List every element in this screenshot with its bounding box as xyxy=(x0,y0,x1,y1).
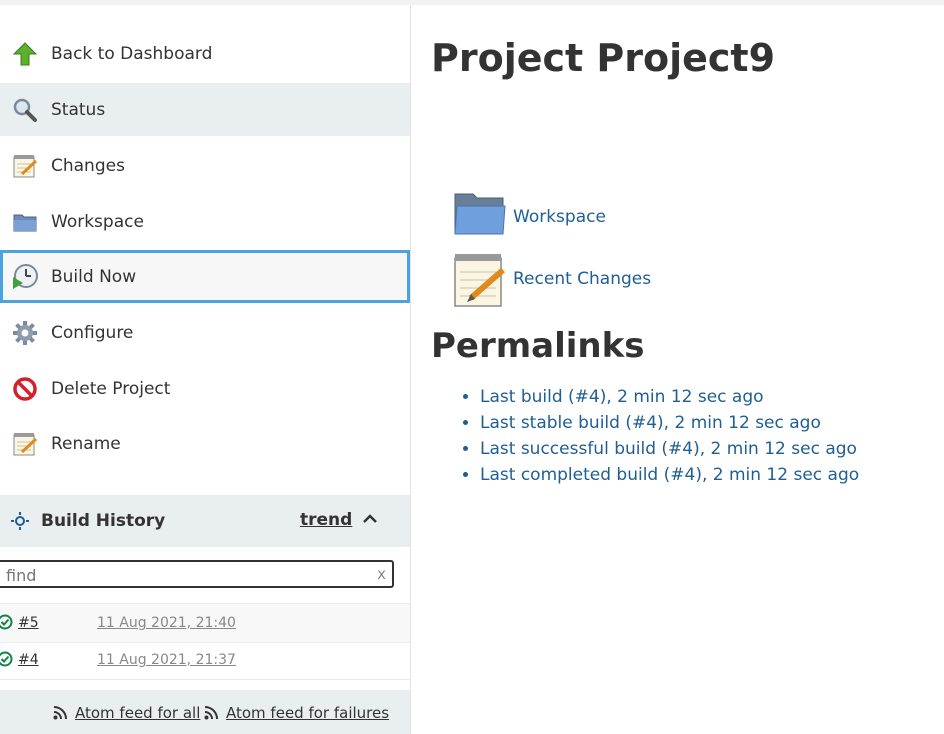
sidebar-item-back-to-dashboard[interactable]: Back to Dashboard xyxy=(0,27,410,80)
clear-search-button[interactable]: x xyxy=(377,565,386,583)
build-number-link[interactable]: #5 xyxy=(18,615,39,631)
permalink-last-completed-build[interactable]: Last completed build (#4), 2 min 12 sec … xyxy=(480,465,859,485)
recent-changes-link[interactable]: Recent Changes xyxy=(453,252,652,307)
no-entry-icon xyxy=(11,375,39,403)
chevron-up-icon[interactable] xyxy=(360,509,380,529)
rss-icon xyxy=(53,706,67,720)
trend-link[interactable]: trend xyxy=(300,510,352,530)
list-item: Last build (#4), 2 min 12 sec ago xyxy=(480,384,859,410)
atom-feed-failures-label: Atom feed for failures xyxy=(226,704,390,722)
atom-feed-all-link[interactable]: Atom feed for all xyxy=(53,704,200,722)
build-history-title: Build History xyxy=(41,511,166,531)
recent-changes-link-label: Recent Changes xyxy=(513,269,652,289)
sidebar-item-label: Changes xyxy=(51,155,125,176)
permalink-last-build[interactable]: Last build (#4), 2 min 12 sec ago xyxy=(480,387,764,407)
sidebar-item-label: Workspace xyxy=(51,211,144,232)
notepad-icon xyxy=(453,252,507,307)
permalink-last-stable-build[interactable]: Last stable build (#4), 2 min 12 sec ago xyxy=(480,413,821,433)
sidebar-item-configure[interactable]: Configure xyxy=(0,306,410,359)
sun-icon xyxy=(11,512,29,530)
magnifier-icon xyxy=(11,96,39,124)
sidebar-item-changes[interactable]: Changes xyxy=(0,139,410,192)
permalinks-heading: Permalinks xyxy=(431,326,645,366)
workspace-link[interactable]: Workspace xyxy=(453,190,606,244)
sidebar-item-label: Configure xyxy=(51,322,134,343)
sidebar-item-workspace[interactable]: Workspace xyxy=(0,195,410,248)
notepad-icon xyxy=(11,430,39,458)
folder-icon xyxy=(11,208,39,236)
sidebar-item-label: Back to Dashboard xyxy=(51,43,213,64)
sidebar-item-label: Rename xyxy=(51,433,121,454)
success-icon xyxy=(0,651,13,667)
up-arrow-icon xyxy=(11,40,39,68)
success-icon xyxy=(0,614,13,630)
gear-icon xyxy=(11,319,39,347)
atom-feed-all-label: Atom feed for all xyxy=(75,704,201,722)
build-date-link[interactable]: 11 Aug 2021, 21:40 xyxy=(97,615,236,631)
rss-icon xyxy=(204,706,218,720)
list-item: Last completed build (#4), 2 min 12 sec … xyxy=(480,462,859,488)
sidebar-item-delete-project[interactable]: Delete Project xyxy=(0,362,410,415)
permalink-last-successful-build[interactable]: Last successful build (#4), 2 min 12 sec… xyxy=(480,439,857,459)
build-search-input[interactable] xyxy=(6,564,366,586)
atom-feeds-bar: Atom feed for all Atom feed for failures xyxy=(0,690,410,734)
sidebar-item-label: Build Now xyxy=(51,266,137,287)
workspace-link-label: Workspace xyxy=(513,207,606,227)
list-item: Last stable build (#4), 2 min 12 sec ago xyxy=(480,410,859,436)
build-history-header: Build History trend xyxy=(0,495,410,547)
clock-play-icon xyxy=(11,263,39,291)
atom-feed-failures-link[interactable]: Atom feed for failures xyxy=(204,704,389,722)
sidebar-item-rename[interactable]: Rename xyxy=(0,417,410,470)
build-search-box: x xyxy=(0,560,394,588)
sidebar-item-label: Delete Project xyxy=(51,378,171,399)
sidebar-item-label: Status xyxy=(51,99,106,120)
build-date-link[interactable]: 11 Aug 2021, 21:37 xyxy=(97,652,236,668)
notepad-icon xyxy=(11,152,39,180)
build-number-link[interactable]: #4 xyxy=(18,652,39,668)
folder-icon xyxy=(453,190,507,244)
sidebar-item-status[interactable]: Status xyxy=(0,83,410,136)
page-title: Project Project9 xyxy=(431,36,776,80)
build-row: #5 11 Aug 2021, 21:40 xyxy=(0,603,410,643)
list-item: Last successful build (#4), 2 min 12 sec… xyxy=(480,436,859,462)
sidebar-item-build-now[interactable]: Build Now xyxy=(0,250,410,303)
permalinks-list: Last build (#4), 2 min 12 sec ago Last s… xyxy=(458,384,859,488)
build-row: #4 11 Aug 2021, 21:37 xyxy=(0,641,410,680)
